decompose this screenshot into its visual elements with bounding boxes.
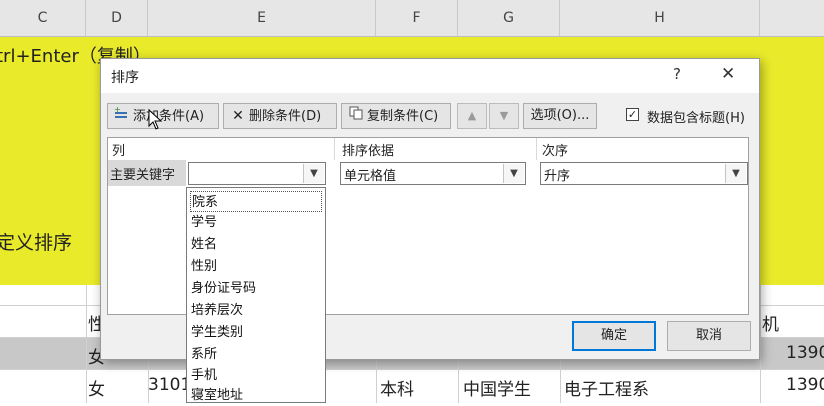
mouse-cursor-icon [148,108,164,135]
order-select-value: 升序 [544,169,571,184]
close-button[interactable]: ✕ [721,64,735,84]
header-checkbox[interactable]: ✓ [626,108,639,121]
chevron-down-icon[interactable]: ▼ [725,164,746,183]
cell-row1-i[interactable]: 机 [762,310,779,335]
dropdown-option[interactable]: 系所 [190,344,322,365]
move-up-button[interactable]: ▲ [457,103,487,129]
column-header-bar: C D E F G H [0,0,824,37]
svg-text:+: + [114,106,121,114]
order-header: 次序 [542,144,569,159]
cancel-button[interactable]: 取消 [667,321,751,351]
cell-row3-h[interactable]: 电子工程系 [564,375,649,400]
dropdown-option[interactable]: 学号 [190,212,322,233]
header-checkbox-label[interactable]: 数据包含标题(H) [647,107,745,126]
sort-on-select-value: 单元格值 [344,169,397,184]
delete-icon: ✕ [232,108,244,124]
move-down-button[interactable]: ▼ [489,103,519,129]
cell-row3-f[interactable]: 本科 [380,375,414,400]
help-button[interactable]: ? [673,65,681,83]
column-header: 列 [112,144,126,159]
move-up-icon: ▲ [467,109,477,122]
grid-separator [536,138,537,160]
options-button[interactable]: 选项(O)... [523,103,597,129]
cell-row3-d[interactable]: 女 [88,375,105,400]
add-condition-icon: + [113,104,131,128]
column-header-f[interactable]: F [376,0,458,36]
ok-button[interactable]: 确定 [572,321,656,351]
cell-row3-i[interactable]: 1390 [786,375,824,395]
sort-on-select[interactable]: 单元格值 ▼ [340,162,526,185]
column-header-d[interactable]: D [86,0,148,36]
dialog-titlebar[interactable]: 排序 ? ✕ [101,59,759,93]
row-gridline [0,369,824,370]
col-gridline [760,285,761,403]
copy-condition-button[interactable]: 复制条件(C) [341,103,451,129]
chevron-down-icon[interactable]: ▼ [303,164,324,183]
grid-separator [334,138,335,160]
dialog-title: 排序 [111,70,139,86]
column-header-c[interactable]: C [0,0,86,36]
condition-row[interactable]: 主要关键字 [108,160,186,186]
dropdown-option[interactable]: 姓名 [190,234,322,255]
column-header-g[interactable]: G [458,0,560,36]
dropdown-option[interactable]: 手机 [190,365,322,386]
dropdown-option[interactable]: 院系 [190,191,322,212]
cell-row3-e[interactable]: 3101 [148,375,191,395]
sort-on-header: 排序依据 [342,144,395,159]
cell-row3-g[interactable]: 中国学生 [463,375,531,400]
column-header-h[interactable]: H [560,0,760,36]
delete-condition-label: 删除条件(D) [249,109,322,124]
chevron-down-icon[interactable]: ▼ [503,164,524,183]
cell-row2-i[interactable]: 1390 [786,343,824,363]
column-select[interactable]: ▼ [188,162,326,185]
delete-condition-button[interactable]: ✕ 删除条件(D) [223,103,337,129]
primary-key-label: 主要关键字 [110,168,176,183]
dropdown-option[interactable]: 培养层次 [190,300,322,321]
add-condition-label: 添加条件(A) [133,109,205,124]
column-dropdown-list: 院系 学号 姓名 性别 身份证号码 培养层次 学生类别 系所 手机 寝室地址 [186,187,326,403]
move-down-icon: ▼ [499,109,509,122]
copy-condition-label: 复制条件(C) [367,109,439,124]
dropdown-option[interactable]: 性别 [190,256,322,277]
copy-icon [347,104,365,128]
dropdown-option[interactable]: 身份证号码 [190,278,322,299]
dropdown-option[interactable]: 学生类别 [190,322,322,343]
cell-text-custom-sort: 定义排序 [0,232,73,254]
col-gridline [86,285,87,403]
order-select[interactable]: 升序 ▼ [540,162,748,185]
column-header-e[interactable]: E [148,0,376,36]
